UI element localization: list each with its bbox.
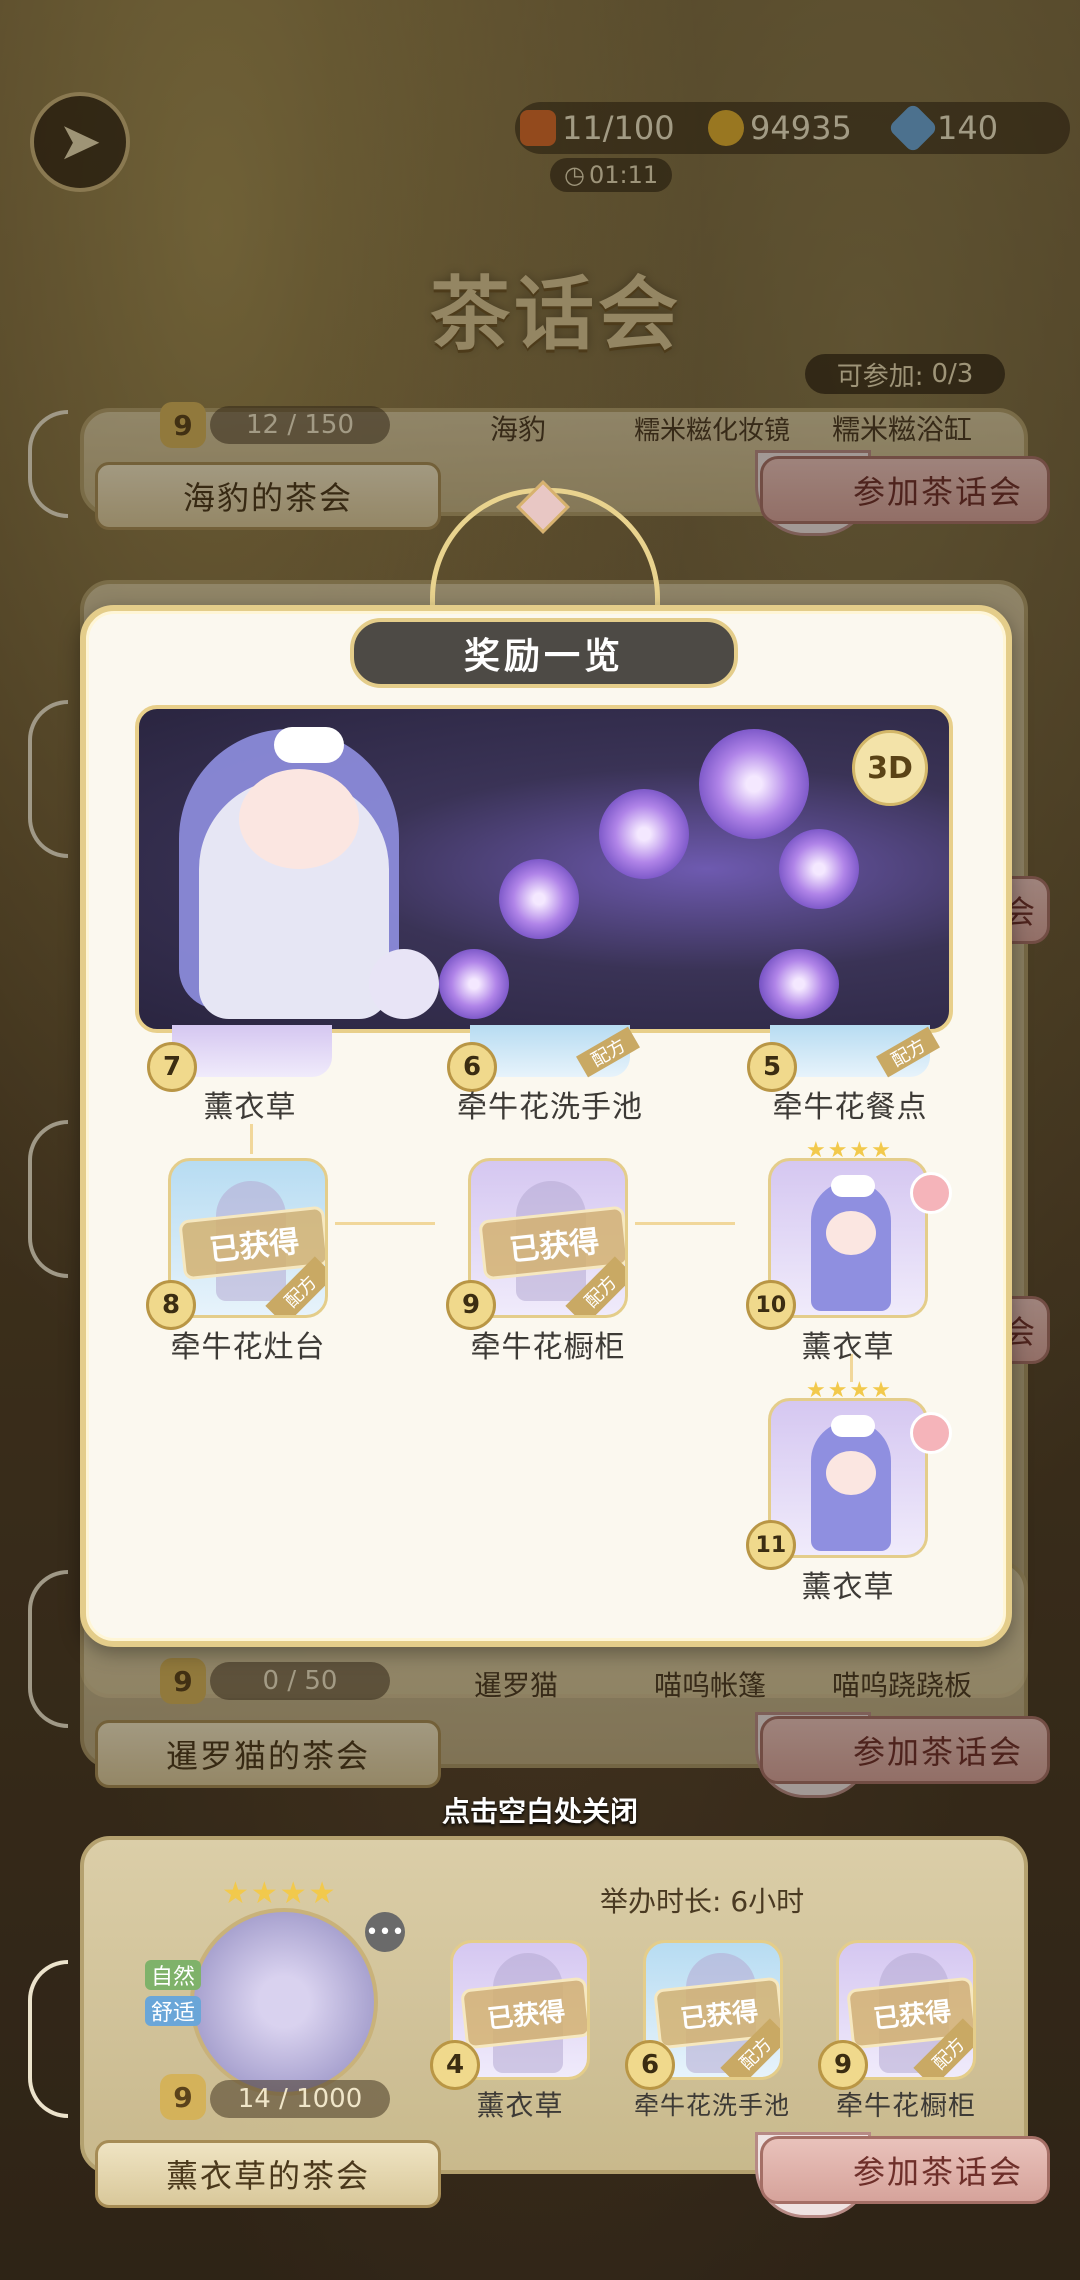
path-connector <box>250 1124 253 1154</box>
close-hint: 点击空白处关闭 <box>441 1795 638 1828</box>
award-ribbon-icon <box>910 1172 952 1214</box>
morning-glory-icon <box>599 789 689 879</box>
card-hook <box>28 1960 68 2118</box>
item-label: 薰衣草 <box>801 1570 895 1605</box>
card-name-tab: 薰衣草的茶会 <box>95 2140 441 2208</box>
tag-nature: 自然 <box>145 1960 202 1990</box>
join-tea-party-button[interactable]: 参加茶话会 <box>760 2136 1050 2204</box>
level-badge: 9 <box>160 2074 206 2120</box>
character-portrait <box>190 1908 378 2096</box>
bow-icon <box>831 1415 875 1437</box>
modal-title: 奖励一览 <box>350 618 738 688</box>
teddy-bear-icon <box>369 949 439 1019</box>
tag-comfort: 舒适 <box>145 1996 202 2026</box>
duration-text: 举办时长: 6小时 <box>600 1885 805 1918</box>
character-face <box>239 769 359 869</box>
progress-count: 14 / 1000 <box>210 2080 390 2118</box>
item-label: 牵牛花餐点 <box>772 1090 928 1125</box>
morning-glory-icon <box>699 729 809 839</box>
morning-glory-icon <box>759 949 839 1019</box>
bow-icon <box>831 1175 875 1197</box>
reward-preview-scene[interactable] <box>135 705 953 1033</box>
item-label: 牵牛花橱柜 <box>470 1330 626 1365</box>
rarity-stars: ★★★★ <box>222 1876 338 1911</box>
item-label: 薰衣草 <box>801 1330 895 1365</box>
path-connector <box>335 1222 435 1225</box>
obtained-stamp: 已获得 <box>460 1976 587 2050</box>
character-face <box>826 1211 876 1255</box>
view-3d-button[interactable]: 3D <box>852 730 928 806</box>
character-face <box>826 1451 876 1495</box>
morning-glory-icon <box>439 949 509 1019</box>
item-label: 薰衣草 <box>203 1090 297 1125</box>
bow-icon <box>274 727 344 763</box>
award-ribbon-icon <box>910 1412 952 1454</box>
item-label: 牵牛花灶台 <box>170 1330 326 1365</box>
item-label: 牵牛花橱柜 <box>836 2091 976 2122</box>
path-connector <box>635 1222 735 1225</box>
item-label: 牵牛花洗手池 <box>457 1090 643 1125</box>
morning-glory-icon <box>779 829 859 909</box>
more-icon[interactable]: ••• <box>365 1912 405 1952</box>
morning-glory-icon <box>499 859 579 939</box>
